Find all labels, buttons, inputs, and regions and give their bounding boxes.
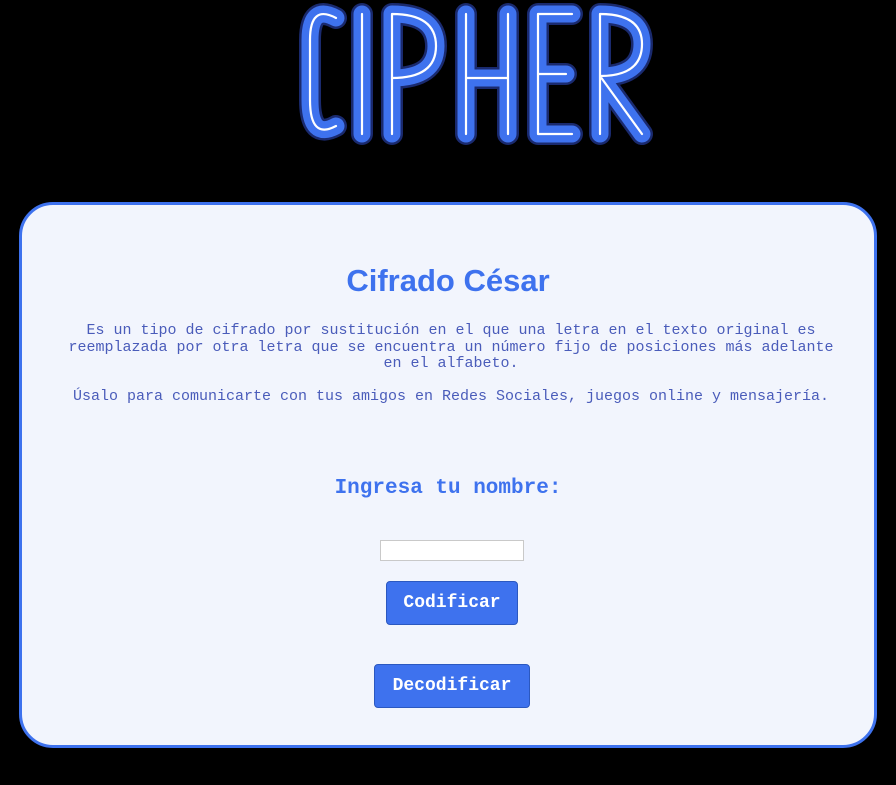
cipher-description: Es un tipo de cifrado por sustitución en… [68,322,834,372]
name-input[interactable] [380,540,524,561]
name-prompt: Ingresa tu nombre: [334,477,562,500]
cipher-logo [299,3,653,145]
cipher-card: Cifrado César Es un tipo de cifrado por … [19,202,877,748]
encode-button[interactable]: Codificar [386,581,518,625]
usage-text: Úsalo para comunicarte con tus amigos en… [72,388,830,405]
page-title: Cifrado César [346,263,550,298]
decode-button[interactable]: Decodificar [374,664,530,708]
